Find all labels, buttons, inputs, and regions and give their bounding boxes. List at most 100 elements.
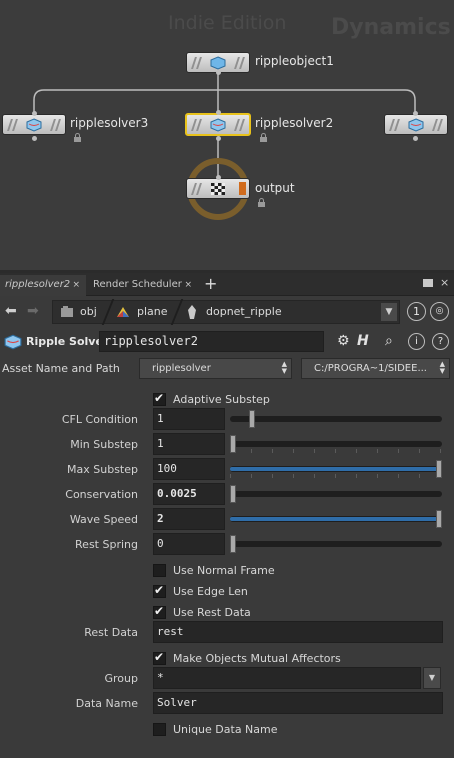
node-ripplesolver2[interactable] (185, 113, 251, 136)
param-label: Rest Spring (75, 538, 138, 551)
param-label: Use Edge Len (173, 585, 248, 598)
param-label: Group (104, 672, 139, 685)
checkered-flag-icon (211, 183, 225, 195)
param-wave-speed: Wave Speed 2 (0, 508, 454, 532)
rest-spring-slider[interactable] (230, 535, 442, 553)
param-cfl-condition: CFL Condition 1 (0, 408, 454, 432)
close-icon[interactable]: × (440, 276, 449, 289)
ripple-solver-icon (4, 334, 22, 350)
help-icon[interactable]: ? (432, 333, 449, 350)
rigid-object-icon (210, 56, 226, 70)
max-substep-field[interactable]: 100 (153, 458, 225, 480)
use-normal-frame-checkbox[interactable] (153, 564, 166, 577)
param-group: Group * ▼ (0, 667, 454, 691)
cfl-condition-slider[interactable] (230, 410, 442, 428)
param-min-substep: Min Substep 1 (0, 433, 454, 457)
close-icon[interactable]: × (184, 275, 192, 295)
tab-label: Render Scheduler (93, 279, 182, 290)
operator-type: Ripple Solver (26, 335, 109, 348)
forward-arrow-icon[interactable]: ➡ (27, 303, 39, 319)
updown-arrows-icon: ▲ ▼ (281, 360, 287, 375)
node-label-output: output (255, 181, 295, 195)
group-field[interactable]: * (153, 667, 421, 689)
pin-target-icon[interactable]: ◎ (430, 302, 449, 321)
path-bar: ⬅ ➡ obj plane dopnet_ripple ▼ 1 ◎ (0, 297, 454, 327)
asset-row: Asset Name and Path ripplesolver ▲ ▼ C:/P… (0, 357, 454, 381)
parameter-header: Ripple Solver ripplesolver2 ⚙ H ⌕ i ? (0, 329, 454, 355)
tab-label: ripplesolver2 (5, 279, 71, 290)
back-arrow-icon[interactable]: ⬅ (5, 303, 17, 319)
node-label-left: ripplesolver3 (70, 116, 149, 130)
lock-icon (258, 198, 265, 207)
updown-arrows-icon: ▲ ▼ (439, 360, 445, 375)
obj-context-icon (61, 306, 73, 317)
node-name-field[interactable]: ripplesolver2 (99, 331, 324, 352)
param-rest-data: Rest Data rest (0, 621, 454, 645)
asset-label: Asset Name and Path (2, 362, 120, 375)
lock-icon (74, 133, 81, 142)
crumb-plane[interactable]: plane (137, 301, 168, 323)
geometry-object-icon (117, 307, 129, 317)
node-right-solver[interactable] (384, 114, 448, 135)
help-h-icon[interactable]: H (357, 333, 369, 349)
min-substep-slider[interactable] (230, 435, 442, 453)
param-label: Adaptive Substep (173, 393, 270, 406)
wave-speed-slider[interactable] (230, 510, 442, 528)
tab-render-scheduler[interactable]: Render Scheduler × (88, 275, 198, 296)
network-editor[interactable]: Indie Edition Dynamics rippleobject1 rip… (0, 0, 454, 270)
pane-menu-icon[interactable] (423, 279, 433, 287)
display-flag[interactable] (239, 182, 246, 195)
node-ripplesolver3[interactable] (2, 114, 66, 135)
chevron-down-icon[interactable]: ▼ (381, 303, 397, 321)
param-label: CFL Condition (61, 413, 138, 426)
use-edge-len-checkbox[interactable] (153, 583, 166, 598)
param-label: Rest Data (84, 626, 138, 639)
param-max-substep: Max Substep 100 (0, 458, 454, 482)
ripple-solver-icon (408, 118, 424, 132)
node-output[interactable] (186, 178, 250, 199)
param-rest-spring: Rest Spring 0 (0, 533, 454, 557)
ripple-solver-icon (26, 118, 42, 132)
rest-spring-field[interactable]: 0 (153, 533, 225, 555)
conservation-field[interactable]: 0.0025 (153, 483, 225, 505)
ripple-solver-icon (210, 118, 226, 132)
unique-data-name-checkbox[interactable] (153, 723, 166, 736)
pane-tab-bar: ripplesolver2 × Render Scheduler × + × (0, 273, 454, 296)
dop-network-icon (188, 305, 196, 319)
tab-ripplesolver2[interactable]: ripplesolver2 × (0, 275, 86, 296)
gear-icon[interactable]: ⚙ (337, 333, 350, 349)
param-label: Use Normal Frame (173, 564, 275, 577)
cfl-condition-field[interactable]: 1 (153, 408, 225, 430)
rest-data-field[interactable]: rest (153, 621, 443, 643)
adaptive-substep-checkbox[interactable] (153, 391, 166, 406)
node-label-center: ripplesolver2 (255, 116, 334, 130)
mutual-affectors-checkbox[interactable] (153, 650, 166, 665)
conservation-slider[interactable] (230, 485, 442, 503)
crumb-dopnet[interactable]: dopnet_ripple (206, 301, 282, 323)
search-icon[interactable]: ⌕ (385, 333, 393, 349)
close-icon[interactable]: × (72, 275, 80, 295)
max-substep-slider[interactable] (230, 460, 442, 478)
info-icon[interactable]: i (408, 333, 425, 350)
use-rest-data-checkbox[interactable] (153, 604, 166, 619)
crumb-obj[interactable]: obj (80, 301, 97, 323)
node-label-top: rippleobject1 (255, 54, 334, 68)
wave-speed-field[interactable]: 2 (153, 508, 225, 530)
min-substep-field[interactable]: 1 (153, 433, 225, 455)
param-data-name: Data Name Solver (0, 692, 454, 716)
asset-name-select[interactable]: ripplesolver ▲ ▼ (139, 358, 292, 379)
asset-path-select[interactable]: C:/PROGRA~1/SIDEE... ▲ ▼ (301, 358, 450, 379)
asset-name-value: ripplesolver (152, 363, 211, 374)
add-tab-icon[interactable]: + (204, 274, 217, 293)
chevron-down-icon[interactable]: ▼ (423, 667, 441, 689)
lock-icon (260, 133, 267, 142)
parameter-pane: Adaptive Substep CFL Condition 1 Min Sub… (0, 383, 454, 758)
param-label: Use Rest Data (173, 606, 251, 619)
param-conservation: Conservation 0.0025 (0, 483, 454, 507)
data-name-field[interactable]: Solver (153, 692, 443, 714)
param-label: Wave Speed (69, 513, 138, 526)
param-label: Max Substep (67, 463, 138, 476)
history-number-button[interactable]: 1 (407, 302, 426, 321)
param-label: Unique Data Name (173, 723, 278, 736)
param-label: Data Name (75, 697, 138, 710)
